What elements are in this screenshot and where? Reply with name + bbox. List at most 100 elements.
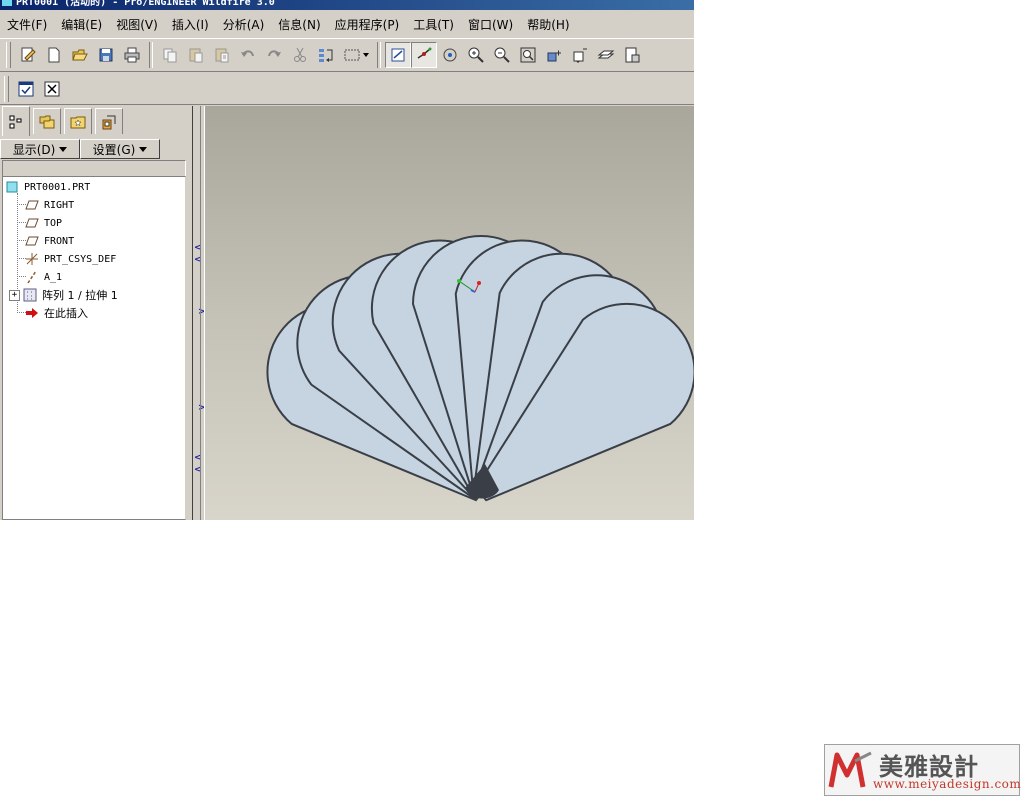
paste-special-button[interactable] (209, 42, 235, 68)
cut-icon (294, 47, 306, 62)
tree-item-label: 在此插入 (44, 307, 88, 320)
toolbar-grip[interactable] (4, 75, 9, 102)
settings-menu-label: 设置(G) (92, 142, 136, 157)
menu-insert[interactable]: 插入(I) (165, 16, 216, 33)
navigator-tabs (2, 106, 126, 138)
menu-info[interactable]: 信息(N) (271, 16, 327, 33)
tree-item-right-plane[interactable]: RIGHT (25, 197, 74, 213)
new-button[interactable] (41, 42, 67, 68)
cut-button[interactable] (287, 42, 313, 68)
secondary-toolbar (0, 73, 694, 105)
spin-center-icon (443, 48, 457, 62)
menu-window[interactable]: 窗口(W) (461, 16, 520, 33)
spin-center-button[interactable] (437, 42, 463, 68)
menu-analysis[interactable]: 分析(A) (216, 16, 272, 33)
connections-icon (102, 115, 116, 129)
menu-applications[interactable]: 应用程序(P) (328, 16, 407, 33)
model-display-button[interactable] (619, 42, 645, 68)
show-menu-label: 显示(D) (12, 142, 56, 157)
pattern-icon (23, 288, 37, 302)
part-icon (5, 181, 19, 193)
show-menu-button[interactable]: 显示(D) (0, 139, 80, 159)
fan-model[interactable] (205, 106, 694, 520)
orient-icon (547, 50, 561, 62)
paste-icon (189, 48, 203, 63)
refit-button[interactable] (515, 42, 541, 68)
tab-connections[interactable] (95, 108, 123, 134)
tree-item-label: 阵列 1 / 拉伸 1 (42, 289, 118, 302)
selection-box-button[interactable] (339, 42, 373, 68)
datum-plane-icon (25, 217, 39, 229)
datum-axis-display-toggle[interactable] (411, 42, 437, 68)
zoom-out-button[interactable] (489, 42, 515, 68)
open-folder-icon (72, 49, 88, 61)
tab-folder-browser[interactable] (33, 108, 61, 134)
new-part-button[interactable] (15, 42, 41, 68)
navigator-buttons: 显示(D) 设置(G) (0, 139, 188, 159)
window-check-icon (18, 81, 34, 96)
proe-application-window: PRT0001 (活动的) - Pro/ENGINEER Wildfire 3.… (0, 0, 694, 520)
datum-plane-display-toggle[interactable] (385, 42, 411, 68)
layers-button[interactable] (593, 42, 619, 68)
tree-item-root-part[interactable]: PRT0001.PRT (5, 179, 90, 195)
tab-favorites[interactable] (64, 108, 92, 134)
graphics-viewport[interactable] (205, 106, 694, 520)
menu-view[interactable]: 视图(V) (109, 16, 165, 33)
selection-box-icon (344, 49, 360, 61)
copy-button[interactable] (157, 42, 183, 68)
toolbar-grip[interactable] (6, 42, 11, 68)
open-button[interactable] (67, 42, 93, 68)
folder-browser-icon (39, 115, 55, 128)
datum-plane-display-icon (391, 48, 405, 62)
menu-help[interactable]: 帮助(H) (520, 16, 576, 33)
undo-button[interactable] (235, 42, 261, 68)
datum-plane-icon (25, 235, 39, 247)
tree-item-label: A_1 (44, 271, 63, 283)
toolbar-separator (377, 42, 381, 68)
settings-menu-button[interactable]: 设置(G) (80, 139, 160, 159)
pattern-blades (266, 235, 694, 502)
chevron-down-icon (59, 146, 68, 152)
expand-icon[interactable]: + (9, 289, 20, 301)
tree-item-label: FRONT (44, 235, 75, 247)
model-tree-settings-button[interactable] (13, 76, 39, 102)
tree-item-label: TOP (44, 217, 63, 229)
app-icon (2, 0, 12, 6)
tab-model-tree[interactable] (2, 106, 30, 136)
tree-item-front-plane[interactable]: FRONT (25, 233, 74, 249)
tree-item-insert-here[interactable]: 在此插入 (25, 305, 88, 321)
panel-splitter[interactable]: < < > > < < (188, 106, 206, 520)
refit-icon (520, 47, 536, 63)
zoom-out-icon (494, 47, 510, 63)
toolbar-separator (149, 42, 153, 68)
model-tree: PRT0001.PRT RIGHT TOP FRONT PRT_CSYS_DEF… (2, 176, 186, 520)
tree-item-top-plane[interactable]: TOP (25, 215, 62, 231)
watermark-url: www.meiyadesign.com (873, 777, 1022, 791)
print-button[interactable] (119, 42, 145, 68)
tree-item-axis[interactable]: A_1 (25, 269, 62, 285)
redo-button[interactable] (261, 42, 287, 68)
menu-bar: 文件(F) 编辑(E) 视图(V) 插入(I) 分析(A) 信息(N) 应用程序… (0, 12, 694, 36)
saved-views-button[interactable] (567, 42, 593, 68)
tree-item-csys[interactable]: PRT_CSYS_DEF (25, 251, 116, 267)
menu-file[interactable]: 文件(F) (0, 16, 54, 33)
orient-button[interactable] (541, 42, 567, 68)
tree-item-pattern[interactable]: + 阵列 1 / 拉伸 1 (9, 287, 118, 303)
watermark-logo: 美雅設計 www.meiyadesign.com (824, 744, 1022, 796)
close-window-button[interactable] (39, 76, 65, 102)
zoom-in-button[interactable] (463, 42, 489, 68)
zoom-in-icon (468, 47, 484, 63)
menu-edit[interactable]: 编辑(E) (54, 16, 109, 33)
save-button[interactable] (93, 42, 119, 68)
datum-axis-icon (25, 270, 39, 284)
regenerate-button[interactable] (313, 42, 339, 68)
paste-button[interactable] (183, 42, 209, 68)
copy-icon (163, 48, 177, 63)
tree-item-label: PRT0001.PRT (24, 181, 91, 193)
tree-column-header[interactable] (2, 160, 186, 177)
datum-axis-display-icon (417, 47, 432, 59)
chevron-down-icon (363, 53, 369, 57)
menu-tools[interactable]: 工具(T) (406, 16, 461, 33)
close-icon (44, 81, 60, 96)
tree-item-label: PRT_CSYS_DEF (44, 253, 117, 265)
